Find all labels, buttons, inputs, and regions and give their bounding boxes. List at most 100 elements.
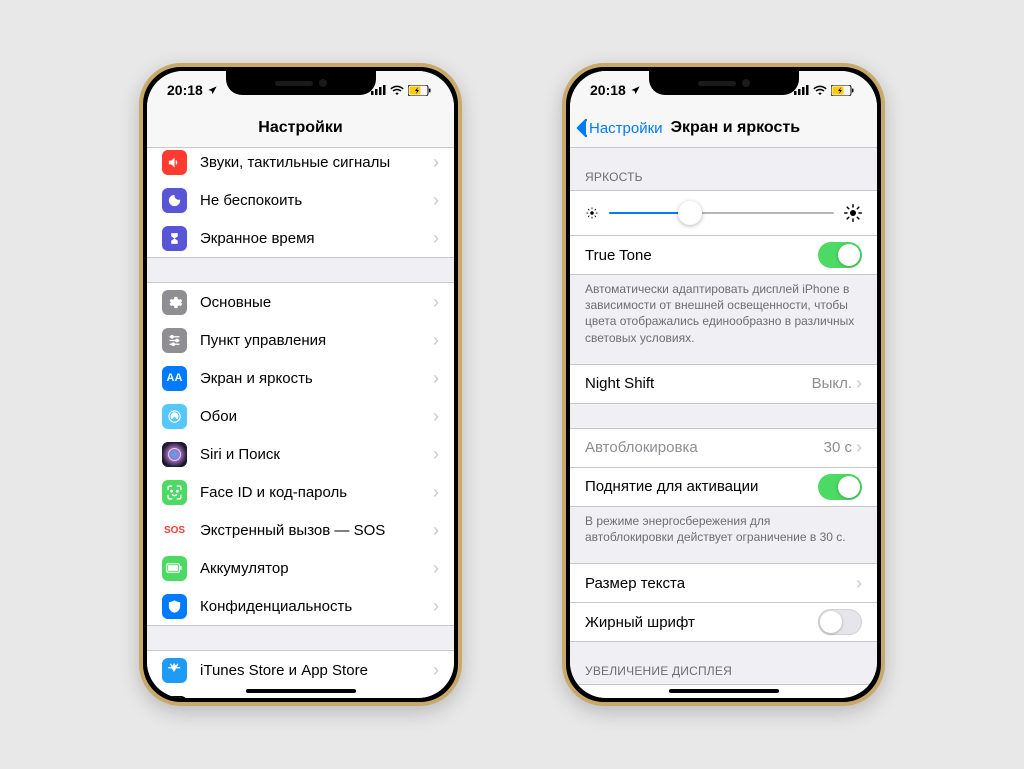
settings-row-wallpaper[interactable]: Обои›	[147, 397, 454, 435]
chevron-icon: ›	[433, 698, 439, 699]
home-indicator	[669, 689, 779, 693]
row-label: Не беспокоить	[200, 192, 433, 209]
nightshift-label: Night Shift	[585, 375, 812, 392]
location-icon	[630, 85, 641, 96]
truetone-row: True Tone	[570, 236, 877, 275]
display-settings[interactable]: ЯРКОСТЬ True Tone Автоматически адаптиро…	[570, 148, 877, 698]
chevron-icon: ›	[433, 368, 439, 389]
row-label: Звуки, тактильные сигналы	[200, 154, 433, 171]
row-label: Экран и яркость	[200, 370, 433, 387]
nightshift-value: Выкл.	[812, 375, 852, 392]
chevron-icon: ›	[433, 482, 439, 503]
brightness-high-icon	[844, 204, 862, 222]
wallet-icon	[162, 696, 187, 699]
battery-icon	[831, 85, 855, 96]
privacy-icon	[162, 594, 187, 619]
nightshift-row[interactable]: Night Shift Выкл. ›	[570, 364, 877, 404]
chevron-icon: ›	[433, 558, 439, 579]
autolock-value: 30 с	[824, 439, 852, 456]
nav-bar: Настройки	[147, 109, 454, 148]
zoom-header: УВЕЛИЧЕНИЕ ДИСПЛЕЯ	[570, 642, 877, 684]
chevron-icon: ›	[433, 520, 439, 541]
settings-row-battery[interactable]: Аккумулятор›	[147, 549, 454, 587]
sounds-icon	[162, 150, 187, 175]
chevron-icon: ›	[433, 596, 439, 617]
chevron-icon: ›	[433, 152, 439, 173]
sos-icon: SOS	[162, 518, 187, 543]
controls-icon	[162, 328, 187, 353]
row-label: Siri и Поиск	[200, 446, 433, 463]
bold-row: Жирный шрифт	[570, 603, 877, 642]
row-label: iTunes Store и App Store	[200, 662, 433, 679]
bold-toggle[interactable]	[818, 609, 862, 635]
settings-row-moon[interactable]: Не беспокоить›	[147, 181, 454, 219]
settings-row-hourglass[interactable]: Экранное время›	[147, 219, 454, 258]
wifi-icon	[390, 85, 404, 95]
status-time: 20:18	[167, 82, 203, 98]
status-time: 20:18	[590, 82, 626, 98]
settings-row-controls[interactable]: Пункт управления›	[147, 321, 454, 359]
siri-icon	[162, 442, 187, 467]
back-button[interactable]: Настройки	[570, 119, 663, 137]
home-indicator	[246, 689, 356, 693]
row-label: Пункт управления	[200, 332, 433, 349]
brightness-slider[interactable]	[609, 212, 834, 214]
chevron-icon: ›	[856, 573, 862, 594]
row-label: Обои	[200, 408, 433, 425]
settings-row-display[interactable]: AA Экран и яркость›	[147, 359, 454, 397]
wifi-icon	[813, 85, 827, 95]
chevron-icon: ›	[433, 190, 439, 211]
display-icon: AA	[162, 366, 187, 391]
chevron-icon: ›	[433, 660, 439, 681]
chevron-icon: ›	[856, 694, 862, 698]
raise-row: Поднятие для активации	[570, 468, 877, 507]
row-label: Face ID и код-пароль	[200, 484, 433, 501]
view-value: Стандартно	[769, 696, 852, 698]
chevron-icon: ›	[856, 437, 862, 458]
settings-row-sos[interactable]: SOS Экстренный вызов — SOS›	[147, 511, 454, 549]
chevron-icon: ›	[856, 373, 862, 394]
view-label: Вид	[585, 696, 769, 698]
battery-icon	[162, 556, 187, 581]
hourglass-icon	[162, 226, 187, 251]
chevron-icon: ›	[433, 444, 439, 465]
textsize-row[interactable]: Размер текста ›	[570, 563, 877, 603]
row-label: Экранное время	[200, 230, 433, 247]
battery-icon	[408, 85, 432, 96]
raise-label: Поднятие для активации	[585, 478, 818, 495]
location-icon	[207, 85, 218, 96]
settings-row-appstore[interactable]: iTunes Store и App Store›	[147, 650, 454, 689]
chevron-icon: ›	[433, 292, 439, 313]
settings-row-faceid[interactable]: Face ID и код-пароль›	[147, 473, 454, 511]
appstore-icon	[162, 658, 187, 683]
settings-list[interactable]: Звуки, тактильные сигналы›Не беспокоить›…	[147, 148, 454, 698]
bold-label: Жирный шрифт	[585, 614, 818, 631]
textsize-label: Размер текста	[585, 575, 856, 592]
settings-row-privacy[interactable]: Конфиденциальность›	[147, 587, 454, 626]
truetone-label: True Tone	[585, 247, 818, 264]
autolock-label: Автоблокировка	[585, 439, 824, 456]
gear-icon	[162, 290, 187, 315]
settings-row-siri[interactable]: Siri и Поиск›	[147, 435, 454, 473]
truetone-footer: Автоматически адаптировать дисплей iPhon…	[570, 275, 877, 346]
chevron-icon: ›	[433, 228, 439, 249]
truetone-toggle[interactable]	[818, 242, 862, 268]
settings-row-gear[interactable]: Основные›	[147, 282, 454, 321]
phone-right: 20:18 Настройки Экран и яркость ЯРКОСТЬ	[562, 63, 885, 706]
row-label: Основные	[200, 294, 433, 311]
autolock-row[interactable]: Автоблокировка 30 с ›	[570, 428, 877, 468]
nav-bar: Настройки Экран и яркость	[570, 109, 877, 148]
back-label: Настройки	[589, 120, 663, 137]
autolock-footer: В режиме энергосбережения для автоблокир…	[570, 507, 877, 545]
nav-title: Настройки	[147, 119, 454, 137]
raise-toggle[interactable]	[818, 474, 862, 500]
nav-title: Экран и яркость	[671, 119, 801, 137]
brightness-low-icon	[585, 206, 599, 220]
chevron-icon: ›	[433, 330, 439, 351]
wallpaper-icon	[162, 404, 187, 429]
faceid-icon	[162, 480, 187, 505]
phone-left: 20:18 Настройки Звуки, тактильные сигнал…	[139, 63, 462, 706]
settings-row-sounds[interactable]: Звуки, тактильные сигналы›	[147, 148, 454, 181]
row-label: Экстренный вызов — SOS	[200, 522, 433, 539]
row-label: Аккумулятор	[200, 560, 433, 577]
